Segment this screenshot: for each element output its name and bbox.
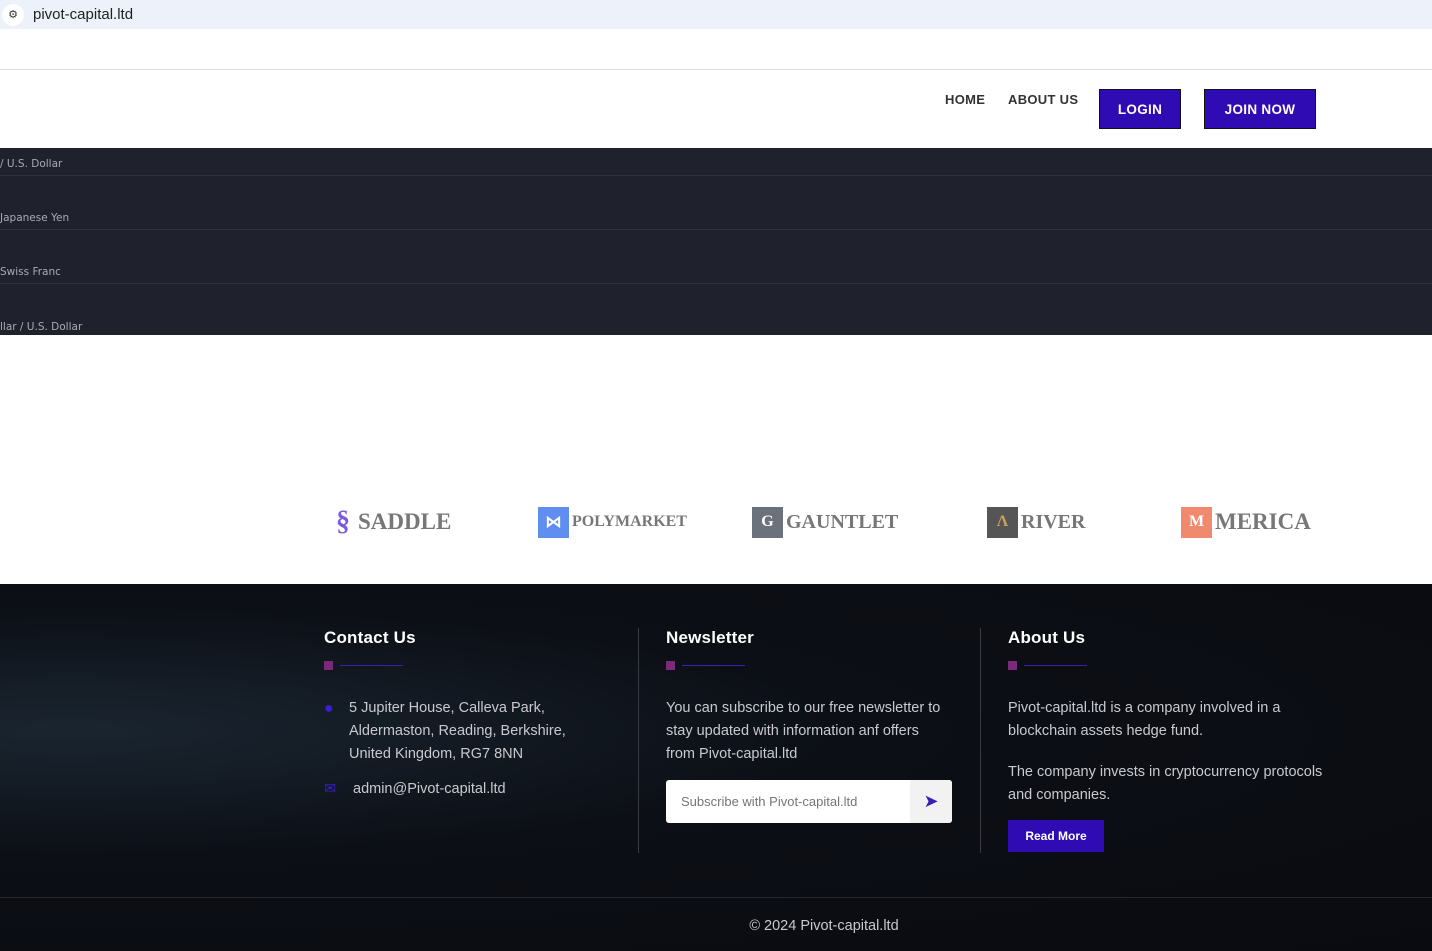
- ticker-label: Swiss Franc: [0, 266, 61, 278]
- email-link[interactable]: admin@Pivot-capital.ltd: [353, 778, 506, 801]
- newsletter-text: You can subscribe to our free newsletter…: [666, 700, 941, 716]
- heading-decoration: [1008, 659, 1338, 671]
- ticker-label: llar / U.S. Dollar: [0, 321, 83, 333]
- about-text: The company invests in cryptocurrency pr…: [1008, 764, 1323, 780]
- subscribe-email-input[interactable]: [666, 780, 910, 823]
- about-title: About Us: [1008, 628, 1086, 647]
- copyright: © 2024 Pivot-capital.ltd: [749, 918, 899, 934]
- contact-column: Contact Us ● 5 Jupiter House, Calleva Pa…: [324, 626, 614, 801]
- read-more-button[interactable]: Read More: [1008, 820, 1104, 852]
- partner-logo-river: Λ RIVER: [987, 505, 1085, 539]
- heading-decoration: [666, 659, 966, 671]
- partner-logo-polymarket: ⋈ POLYMARKET: [538, 505, 687, 539]
- about-column: About Us Pivot-capital.ltd is a company …: [1008, 626, 1338, 807]
- ticker-label: / U.S. Dollar: [0, 158, 63, 170]
- url-text[interactable]: pivot-capital.ltd: [33, 6, 133, 23]
- newsletter-text: stay updated with information anf offers: [666, 723, 919, 739]
- heading-decoration: [324, 659, 614, 671]
- newsletter-column: Newsletter You can subscribe to our free…: [666, 626, 966, 766]
- about-text: and companies.: [1008, 787, 1111, 803]
- newsletter-text: from Pivot-capital.ltd: [666, 746, 798, 762]
- merica-icon: M: [1181, 506, 1212, 538]
- column-divider: [638, 628, 639, 853]
- polymarket-icon: ⋈: [538, 506, 569, 538]
- divider: [0, 69, 1432, 70]
- map-pin-icon: ●: [324, 700, 334, 717]
- divider: [0, 897, 1432, 898]
- newsletter-title: Newsletter: [666, 628, 754, 647]
- river-icon: Λ: [987, 506, 1018, 538]
- gauntlet-icon: G: [752, 506, 783, 538]
- column-divider: [980, 628, 981, 853]
- contact-title: Contact Us: [324, 628, 416, 647]
- address: ● 5 Jupiter House, Calleva Park, Aldermas…: [324, 697, 614, 766]
- seahorse-icon: §: [336, 506, 350, 537]
- email: ✉ admin@Pivot-capital.ltd: [324, 778, 614, 801]
- nav-home[interactable]: HOME: [945, 92, 985, 107]
- currency-ticker: / U.S. Dollar Japanese Yen Swiss Franc l…: [0, 148, 1432, 335]
- partner-logo-gauntlet: G GAUNTLET: [752, 505, 898, 539]
- ticker-label: Japanese Yen: [0, 212, 70, 224]
- partner-logo-saddle: § SADDLE: [331, 505, 451, 539]
- ticker-row[interactable]: Japanese Yen: [0, 176, 1432, 230]
- about-text: Pivot-capital.ltd is a company involved …: [1008, 700, 1281, 716]
- about-text: blockchain assets hedge fund.: [1008, 723, 1204, 739]
- tune-icon[interactable]: ⚙: [2, 3, 24, 26]
- join-now-button[interactable]: JOIN NOW: [1204, 89, 1316, 129]
- footer: Contact Us ● 5 Jupiter House, Calleva Pa…: [0, 584, 1432, 951]
- send-icon[interactable]: ➤: [910, 780, 952, 823]
- ticker-row[interactable]: llar / U.S. Dollar: [0, 284, 1432, 338]
- subscribe-form: ➤: [666, 780, 952, 823]
- envelope-icon: ✉: [324, 781, 337, 797]
- ticker-row[interactable]: Swiss Franc: [0, 230, 1432, 284]
- address-bar[interactable]: ⚙ pivot-capital.ltd: [0, 0, 1432, 29]
- partner-logos: § SADDLE ⋈ POLYMARKET G GAUNTLET Λ RIVER M ME…: [0, 505, 1432, 541]
- login-button[interactable]: LOGIN: [1099, 89, 1181, 129]
- partner-logo-merica: M MERICA: [1181, 505, 1311, 539]
- ticker-row[interactable]: / U.S. Dollar: [0, 148, 1432, 176]
- nav-about[interactable]: ABOUT US: [1008, 92, 1078, 107]
